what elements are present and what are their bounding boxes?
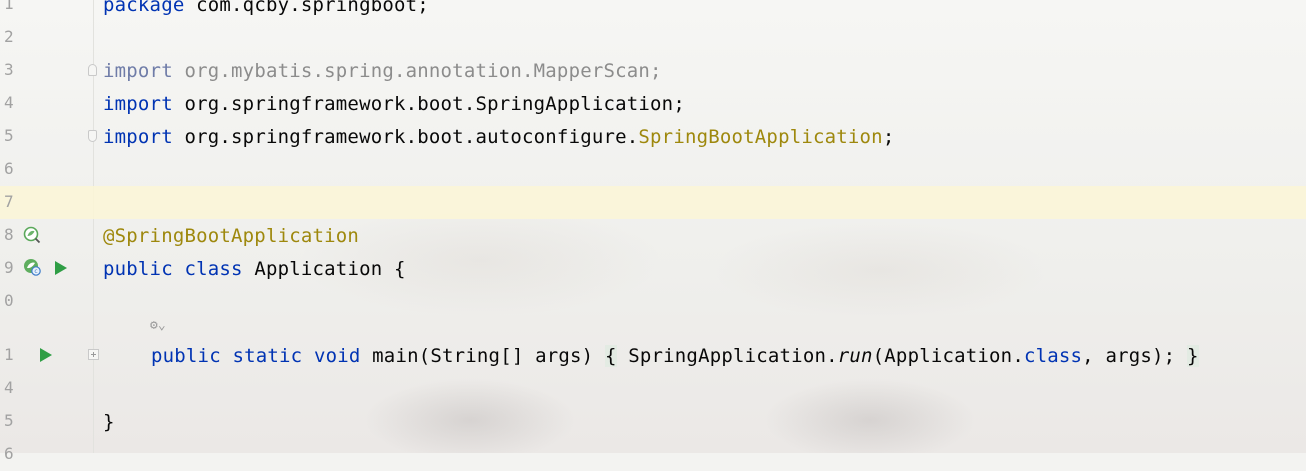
annotation: @SpringBootApplication xyxy=(103,225,360,247)
spring-run-icon[interactable]: c xyxy=(23,258,41,276)
unused-import: org.mybatis.spring.annotation.MapperScan… xyxy=(172,60,662,82)
argument: , args); xyxy=(1082,345,1187,367)
fold-icon[interactable] xyxy=(88,130,97,142)
code-line-8[interactable]: 8 @SpringBootApplication xyxy=(0,219,1306,252)
code-text[interactable]: public class Application { xyxy=(103,258,406,280)
spring-bean-icon[interactable] xyxy=(23,226,41,244)
line-number: 5 xyxy=(4,126,14,145)
code-line-9[interactable]: 9 c public class Application { xyxy=(0,252,1306,285)
inlay-hint-icon[interactable]: ⚙⌄ xyxy=(150,318,166,333)
line-number: 5 xyxy=(4,411,14,430)
keyword: public xyxy=(103,258,173,280)
code-line-7-current[interactable]: 7 xyxy=(0,186,1306,219)
line-number: 7 xyxy=(4,192,14,211)
keyword: static xyxy=(232,345,303,367)
line-number: 4 xyxy=(4,93,14,112)
line-number: 4 xyxy=(4,378,14,397)
code-text[interactable]: import org.springframework.boot.SpringAp… xyxy=(103,93,685,115)
code-line-11[interactable]: 1 public static void main(String[] args)… xyxy=(0,339,1306,372)
keyword: public xyxy=(151,345,221,367)
code-line-10[interactable]: 0 xyxy=(0,285,1306,318)
fold-icon[interactable] xyxy=(88,64,97,76)
line-number: 1 xyxy=(4,0,14,13)
keyword: import xyxy=(103,60,173,82)
code-line-16[interactable]: 6 xyxy=(0,438,1306,471)
code-line-3[interactable]: 3 import org.mybatis.spring.annotation.M… xyxy=(0,54,1306,87)
code-text[interactable]: } xyxy=(103,411,115,433)
line-number: 6 xyxy=(4,444,14,463)
code-text[interactable]: import org.mybatis.spring.annotation.Map… xyxy=(103,60,662,82)
keyword: import xyxy=(103,93,173,115)
import-path: org.springframework.boot.SpringApplicati… xyxy=(172,93,685,115)
import-path: org.springframework.boot.autoconfigure. xyxy=(172,126,639,148)
method-call: SpringApplication. xyxy=(616,345,838,367)
expand-icon[interactable] xyxy=(88,349,99,360)
run-icon[interactable] xyxy=(40,348,52,362)
keyword: class xyxy=(184,258,243,280)
code-line-14[interactable]: 4 xyxy=(0,372,1306,405)
method-name: run xyxy=(837,345,873,367)
line-number: 9 xyxy=(4,258,14,277)
method-signature: main(String[] args) xyxy=(360,345,605,367)
class-reference: SpringBootApplication xyxy=(638,126,883,148)
code-line-6[interactable]: 6 xyxy=(0,153,1306,186)
code-line-15[interactable]: 5 } xyxy=(0,405,1306,438)
line-number: 6 xyxy=(4,159,14,178)
keyword: import xyxy=(103,126,173,148)
line-number: 3 xyxy=(4,60,14,79)
run-icon[interactable] xyxy=(55,261,67,275)
code-line-4[interactable]: 4 import org.springframework.boot.Spring… xyxy=(0,87,1306,120)
package-name: com.qcby.springboot; xyxy=(184,0,429,16)
keyword: class xyxy=(1023,345,1083,367)
semicolon: ; xyxy=(882,126,895,148)
line-number: 0 xyxy=(4,291,14,310)
code-line-5[interactable]: 5 import org.springframework.boot.autoco… xyxy=(0,120,1306,153)
code-text[interactable]: import org.springframework.boot.autoconf… xyxy=(103,126,894,148)
keyword: package xyxy=(103,0,185,16)
argument: (Application. xyxy=(872,345,1024,367)
code-text[interactable]: @SpringBootApplication xyxy=(103,225,359,247)
code-line-1[interactable]: 1 package com.qcby.springboot; xyxy=(0,0,1306,21)
code-text[interactable]: public static void main(String[] args) {… xyxy=(151,345,1199,367)
line-number: 1 xyxy=(4,345,14,364)
class-declaration: Application { xyxy=(242,258,406,280)
svg-text:c: c xyxy=(34,268,37,275)
close-brace: } xyxy=(1186,345,1199,367)
line-number: 2 xyxy=(4,27,14,46)
code-text[interactable]: package com.qcby.springboot; xyxy=(103,0,429,16)
keyword: void xyxy=(313,345,361,367)
line-number: 8 xyxy=(4,225,14,244)
code-line-2[interactable]: 2 xyxy=(0,21,1306,54)
open-brace: { xyxy=(604,345,617,367)
